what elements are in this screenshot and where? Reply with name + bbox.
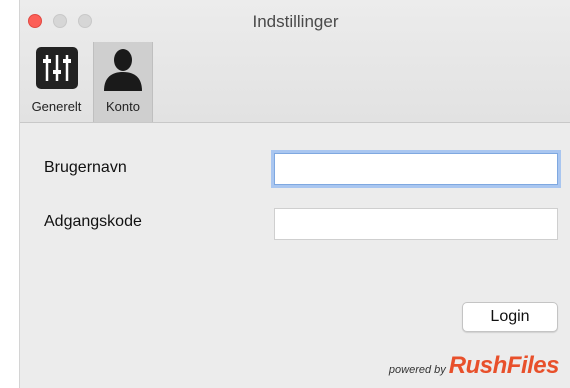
username-field[interactable]	[274, 153, 558, 185]
sliders-icon	[35, 47, 78, 89]
window-title: Indstillinger	[252, 12, 339, 31]
password-label: Adgangskode	[44, 213, 142, 230]
tab-konto[interactable]: Konto	[93, 42, 153, 122]
preferences-window: Indstillinger Generelt Konto Brugernavn	[19, 0, 570, 388]
username-label: Brugernavn	[44, 159, 127, 176]
tab-konto-label: Konto	[106, 99, 140, 114]
password-field[interactable]	[274, 208, 558, 240]
rushfiles-logo: powered by RushFiles	[388, 352, 560, 380]
tab-generelt[interactable]: Generelt	[20, 42, 93, 122]
titlebar: Indstillinger Generelt Konto	[20, 0, 570, 123]
account-pane: Brugernavn Adgangskode Login powered by R…	[20, 123, 570, 388]
brand-name: RushFiles	[448, 352, 560, 379]
user-icon	[104, 49, 142, 91]
login-button[interactable]: Login	[462, 302, 558, 332]
powered-by-text: powered by	[388, 364, 446, 376]
tab-generelt-label: Generelt	[31, 99, 82, 114]
